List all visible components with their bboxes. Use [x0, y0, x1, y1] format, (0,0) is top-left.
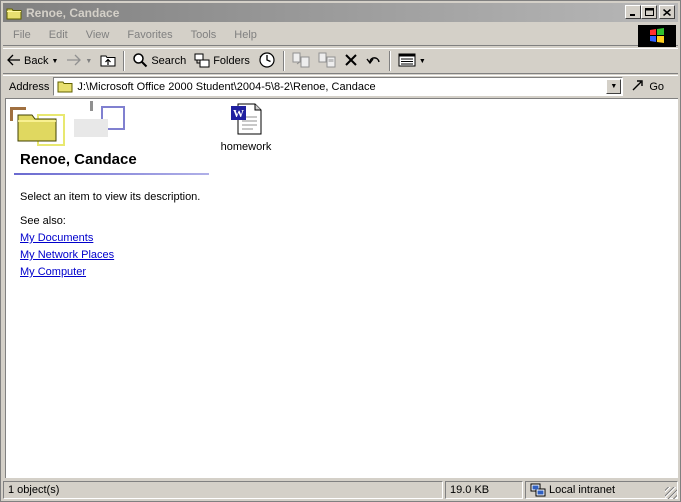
menu-file[interactable]: File	[3, 29, 39, 41]
status-object-count: 1 object(s)	[3, 481, 443, 499]
menu-tools[interactable]: Tools	[181, 29, 225, 41]
close-button[interactable]	[659, 5, 675, 19]
toolbar-separator	[123, 51, 126, 71]
history-icon	[258, 51, 276, 72]
resize-grip[interactable]	[665, 487, 677, 499]
toolbar-separator	[388, 51, 391, 71]
undo-button[interactable]	[362, 50, 386, 72]
folder-view[interactable]: Renoe, Candace Select an item to view it…	[5, 98, 678, 478]
panel-description: Select an item to view its description.	[20, 191, 201, 203]
up-folder-button[interactable]	[96, 50, 120, 72]
menu-help[interactable]: Help	[224, 29, 265, 41]
address-dropdown-button[interactable]: ▼	[606, 79, 622, 94]
delete-button[interactable]	[340, 50, 362, 72]
address-field[interactable]: J:\Microsoft Office 2000 Student\2004-5\…	[53, 77, 624, 96]
windows-logo-icon	[638, 25, 676, 47]
copy-to-icon	[318, 52, 336, 71]
folder-banner-graphic	[8, 101, 138, 147]
search-label: Search	[151, 55, 187, 67]
word-document-icon: W	[229, 103, 263, 135]
toolbar-separator	[282, 51, 285, 71]
menu-view[interactable]: View	[76, 29, 118, 41]
forward-button[interactable]: ▼	[62, 50, 96, 72]
zone-label: Local intranet	[549, 484, 616, 496]
delete-x-icon	[344, 53, 358, 70]
folders-icon	[194, 52, 210, 71]
move-to-icon	[292, 52, 310, 71]
title-bar[interactable]: Renoe, Candace	[3, 3, 678, 22]
menu-edit[interactable]: Edit	[39, 29, 76, 41]
intranet-icon	[530, 483, 546, 497]
file-name: homework	[220, 141, 272, 153]
menu-bar: File Edit View Favorites Tools Help	[3, 24, 678, 46]
menu-favorites[interactable]: Favorites	[117, 29, 180, 41]
back-dropdown-icon[interactable]: ▼	[51, 58, 58, 65]
folders-button[interactable]: Folders	[190, 50, 254, 72]
window-title: Renoe, Candace	[26, 5, 120, 20]
copy-to-button[interactable]	[314, 50, 340, 72]
minimize-button[interactable]	[625, 5, 641, 19]
go-arrow-icon	[631, 78, 647, 95]
back-arrow-icon	[7, 54, 21, 69]
standard-toolbar: Back ▼ ▼ Search Folders ▼	[3, 48, 678, 74]
go-label: Go	[649, 80, 665, 93]
history-button[interactable]	[254, 50, 280, 72]
window-controls	[625, 5, 675, 19]
views-button[interactable]: ▼	[394, 50, 430, 72]
up-folder-icon	[100, 53, 116, 70]
views-icon	[398, 53, 416, 70]
forward-dropdown-icon[interactable]: ▼	[85, 58, 92, 65]
address-bar: Address J:\Microsoft Office 2000 Student…	[3, 75, 678, 97]
file-item[interactable]: W homework	[214, 103, 278, 153]
go-button[interactable]: Go	[631, 78, 664, 95]
link-my-documents[interactable]: My Documents	[20, 232, 93, 244]
search-icon	[132, 52, 148, 71]
svg-text:W: W	[233, 108, 244, 120]
link-my-network-places[interactable]: My Network Places	[20, 249, 114, 261]
views-dropdown-icon[interactable]: ▼	[419, 58, 426, 65]
see-also-label: See also:	[20, 215, 66, 227]
folder-icon	[57, 80, 73, 93]
address-label: Address	[9, 80, 50, 93]
status-zone: Local intranet	[525, 481, 678, 499]
panel-divider	[14, 173, 209, 175]
back-label: Back	[24, 55, 49, 67]
status-bar: 1 object(s) 19.0 KB Local intranet	[3, 480, 678, 500]
undo-icon	[366, 53, 382, 70]
folder-icon	[6, 6, 22, 20]
status-size: 19.0 KB	[445, 481, 523, 499]
search-button[interactable]: Search	[128, 50, 190, 72]
folders-label: Folders	[213, 55, 250, 67]
explorer-window: Renoe, Candace File Edit View Favorites …	[0, 0, 681, 502]
maximize-button[interactable]	[641, 5, 657, 19]
panel-folder-title: Renoe, Candace	[20, 151, 137, 168]
back-button[interactable]: Back ▼	[3, 50, 62, 72]
address-value: J:\Microsoft Office 2000 Student\2004-5\…	[77, 80, 376, 93]
move-to-button[interactable]	[288, 50, 314, 72]
link-my-computer[interactable]: My Computer	[20, 266, 86, 278]
forward-arrow-icon	[66, 54, 82, 69]
